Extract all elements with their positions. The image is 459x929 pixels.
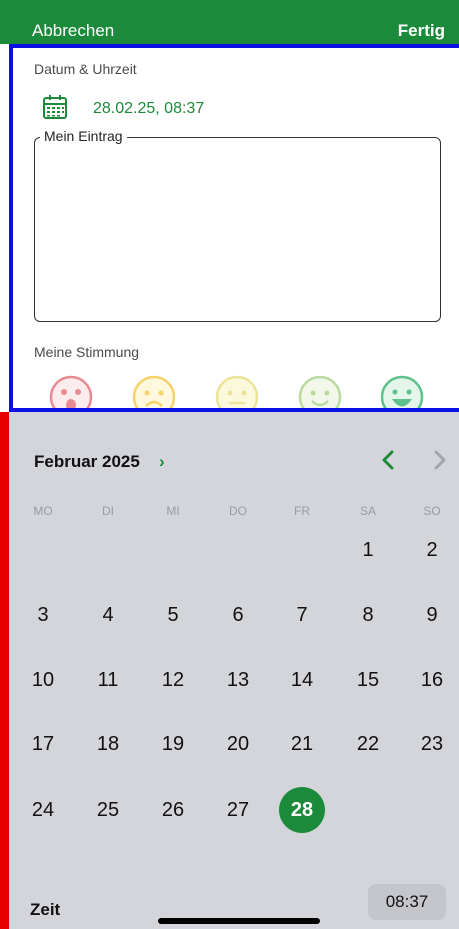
time-value-button[interactable]: 08:37 xyxy=(368,884,446,920)
month-title[interactable]: Februar 2025 xyxy=(34,452,140,472)
day-cell[interactable]: 10 xyxy=(20,657,66,703)
date-time-label: Datum & Uhrzeit xyxy=(34,61,137,77)
very-sad-face-icon[interactable] xyxy=(48,374,94,412)
day-cell[interactable]: 20 xyxy=(215,721,261,767)
weekday-do: DO xyxy=(229,504,247,518)
cancel-button[interactable]: Abbrechen xyxy=(32,21,114,41)
entry-label: Mein Eintrag xyxy=(40,128,127,144)
chevron-right-icon[interactable] xyxy=(428,448,450,472)
entry-form: Datum & Uhrzeit 28.02.25, 08:37 Mein Ein… xyxy=(9,44,459,412)
day-cell[interactable]: 9 xyxy=(409,592,455,638)
time-label: Zeit xyxy=(30,900,61,919)
day-cell[interactable]: 22 xyxy=(345,721,391,767)
top-bar: Abbrechen Fertig xyxy=(0,0,459,44)
day-cell[interactable]: 11 xyxy=(85,657,131,703)
day-cell[interactable]: 27 xyxy=(215,787,261,833)
home-indicator[interactable] xyxy=(158,918,320,924)
day-cell[interactable]: 21 xyxy=(279,721,325,767)
day-cell[interactable]: 3 xyxy=(20,592,66,638)
day-cell[interactable]: 2 xyxy=(409,527,455,573)
panel-edge-marker xyxy=(0,412,9,929)
day-cell[interactable]: 15 xyxy=(345,657,391,703)
neutral-face-icon[interactable] xyxy=(214,374,260,412)
selected-day-cell[interactable]: 28 xyxy=(279,787,325,833)
day-cell[interactable]: 5 xyxy=(150,592,196,638)
weekday-sa: SA xyxy=(359,504,376,518)
happy-face-icon[interactable] xyxy=(297,374,343,412)
day-cell[interactable]: 7 xyxy=(279,592,325,638)
weekday-fr: FR xyxy=(294,504,310,518)
date-picker-panel: Februar 2025 › MO DI MI DO FR SA SO 1 2 … xyxy=(0,412,459,929)
day-cell[interactable]: 26 xyxy=(150,787,196,833)
chevron-left-icon[interactable] xyxy=(378,448,400,472)
day-cell[interactable]: 16 xyxy=(409,657,455,703)
weekday-so: SO xyxy=(423,504,441,518)
very-happy-face-icon[interactable] xyxy=(379,374,425,412)
day-cell[interactable]: 25 xyxy=(85,787,131,833)
month-expand-chevron-icon[interactable]: › xyxy=(159,452,165,472)
entry-textarea[interactable] xyxy=(34,137,441,322)
day-cell[interactable]: 4 xyxy=(85,592,131,638)
weekday-di: DI xyxy=(102,504,114,518)
weekday-mi: MI xyxy=(166,504,180,518)
date-time-value[interactable]: 28.02.25, 08:37 xyxy=(93,100,204,118)
done-button[interactable]: Fertig xyxy=(398,21,445,41)
calendar-icon[interactable] xyxy=(42,94,68,120)
day-cell[interactable]: 1 xyxy=(345,527,391,573)
day-cell[interactable]: 17 xyxy=(20,721,66,767)
day-cell[interactable]: 12 xyxy=(150,657,196,703)
day-cell[interactable]: 19 xyxy=(150,721,196,767)
sad-face-icon[interactable] xyxy=(131,374,177,412)
day-cell[interactable]: 18 xyxy=(85,721,131,767)
day-cell[interactable]: 6 xyxy=(215,592,261,638)
day-cell[interactable]: 14 xyxy=(279,657,325,703)
day-cell[interactable]: 8 xyxy=(345,592,391,638)
day-cell[interactable]: 24 xyxy=(20,787,66,833)
day-cell[interactable]: 13 xyxy=(215,657,261,703)
day-cell[interactable]: 23 xyxy=(409,721,455,767)
weekday-mo: MO xyxy=(33,504,53,518)
mood-selector xyxy=(13,374,459,412)
mood-label: Meine Stimmung xyxy=(34,344,140,360)
